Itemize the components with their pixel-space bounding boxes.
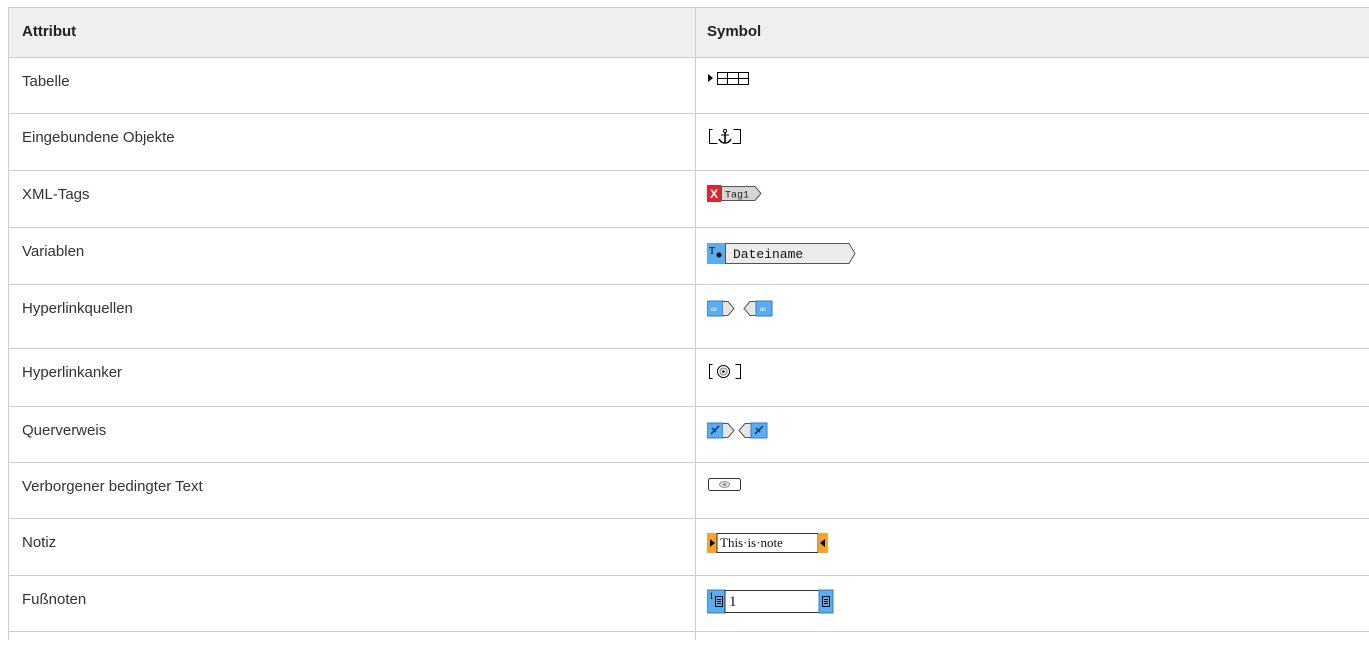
table-row: Verborgener bedingter Text [9,463,1369,519]
svg-text:1: 1 [709,591,714,601]
attribute-label: XML-Tags [9,171,696,227]
table-row [9,632,1369,640]
table-row: Hyperlinkquellen ∞ ∞ [9,285,1369,349]
attribute-label: Verborgener bedingter Text [9,463,696,518]
table-row: Querverweis [9,407,1369,463]
note-icon: This·is·note [707,532,837,554]
attribute-label: Variablen [9,228,696,284]
attribute-label: Fußnoten [9,576,696,631]
footnote-icon: 1 1 [707,589,837,615]
xml-tag-icon: X Tag1 [707,184,771,204]
table-row: Hyperlinkanker [9,349,1369,407]
attribute-label: Hyperlinkquellen [9,285,696,348]
attribute-label: Notiz [9,519,696,575]
attribute-label: Hyperlinkanker [9,349,696,406]
svg-text:∞: ∞ [759,305,767,315]
attribute-label: Tabelle [9,58,696,113]
svg-text:X: X [710,187,718,201]
text-variable-icon: T Dateiname [707,241,867,267]
footnote-number: 1 [729,594,737,610]
hidden-conditional-text-icon [707,476,747,494]
xml-tag-text: Tag1 [725,191,749,202]
header-attribute: Attribut [9,8,696,57]
header-symbol: Symbol [707,23,762,40]
svg-text:∞: ∞ [710,305,718,315]
table-row: Variablen T Dateiname [9,228,1369,285]
table-icon [707,71,767,89]
svg-text:T: T [709,246,715,257]
variable-name-text: Dateiname [733,247,803,262]
anchored-object-icon [707,127,747,147]
note-text: This·is·note [720,535,783,550]
table-row: Fußnoten 1 1 [9,576,1369,632]
table-row: Tabelle [9,58,1369,114]
table-row: Eingebundene Objekte [9,114,1369,171]
attribute-symbol-table: Attribut Symbol Tabelle Eingebundene Obj… [8,7,1369,640]
table-row: XML-Tags X Tag1 [9,171,1369,228]
cross-reference-icon [707,420,797,442]
hyperlink-source-icon: ∞ ∞ [707,298,807,320]
table-header-row: Attribut Symbol [9,8,1369,58]
attribute-label: Eingebundene Objekte [9,114,696,170]
attribute-label: Querverweis [9,407,696,462]
table-row: Notiz This·is·note [9,519,1369,576]
hyperlink-anchor-icon [707,362,747,382]
